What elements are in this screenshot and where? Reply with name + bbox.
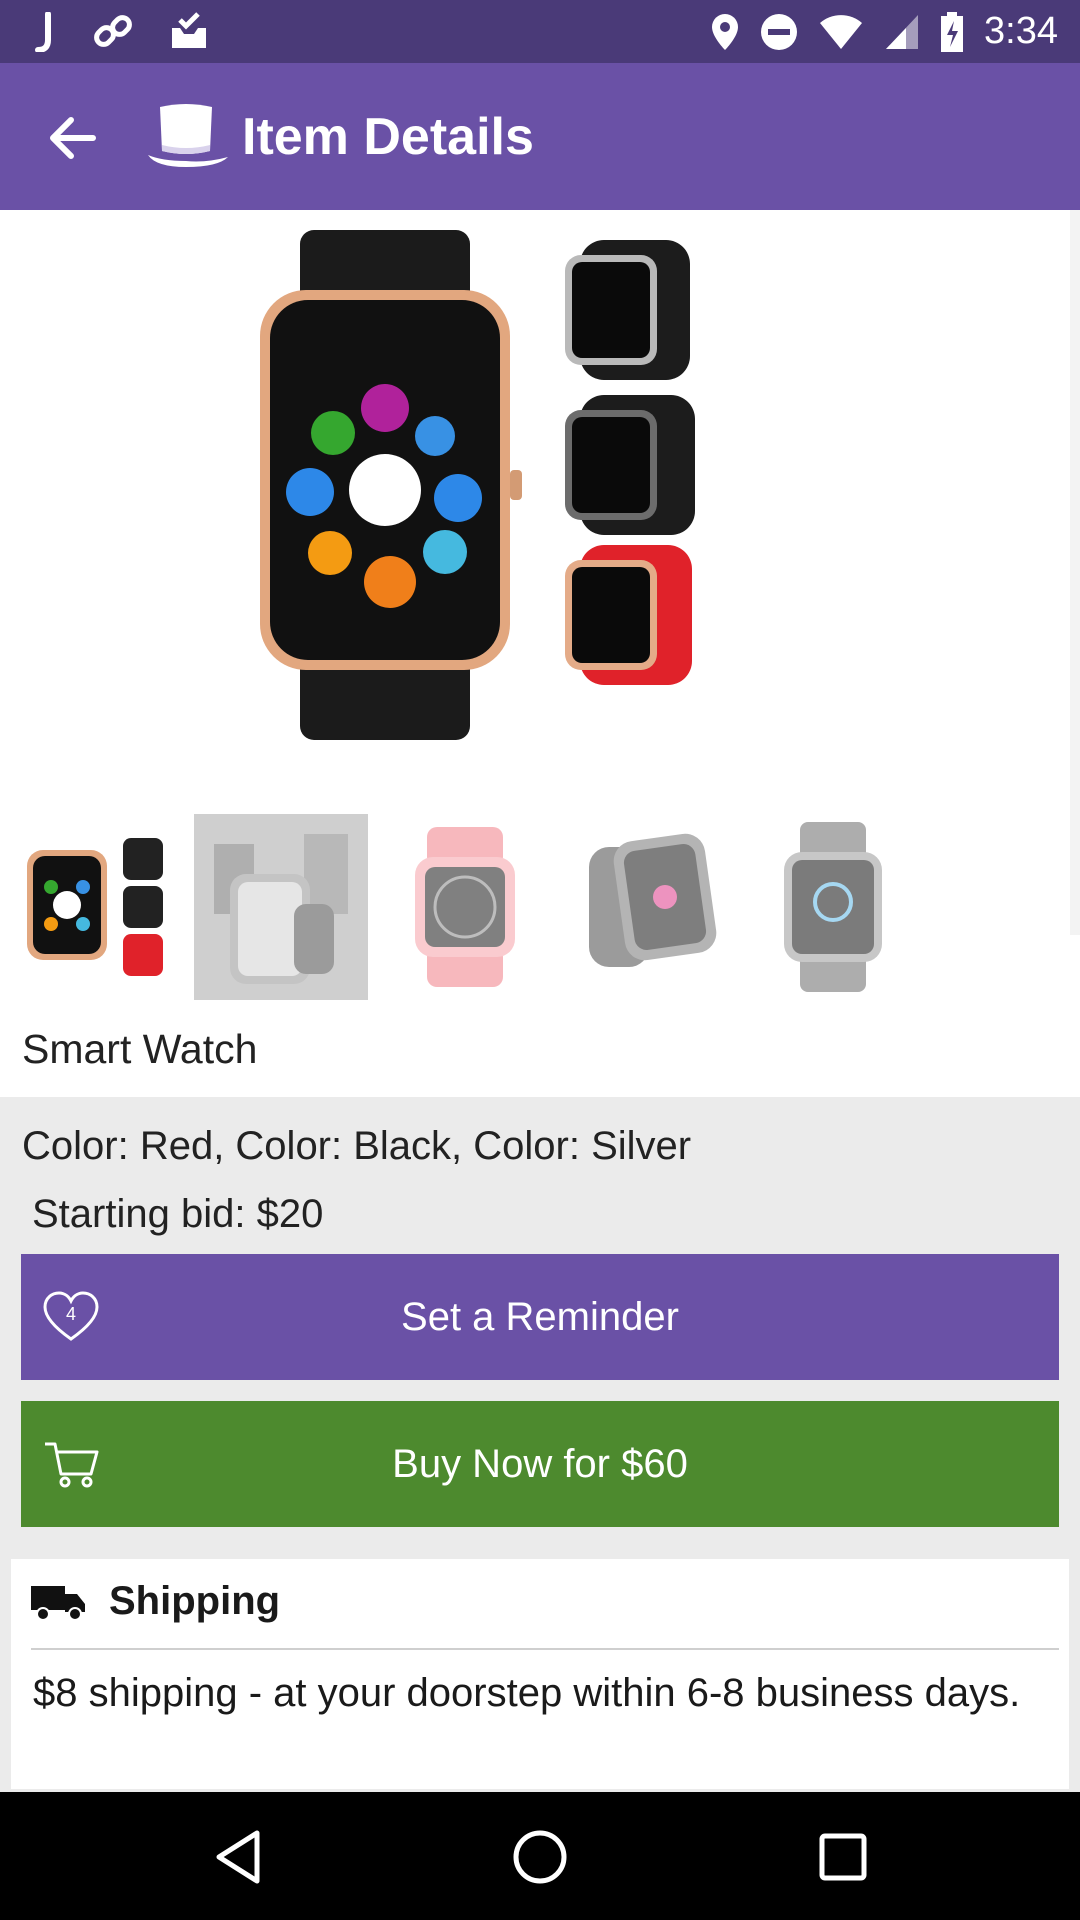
product-main-image[interactable] — [260, 230, 820, 810]
system-nav-bar — [0, 1792, 1080, 1920]
link-icon — [94, 14, 132, 47]
shipping-header: Shipping — [31, 1579, 280, 1624]
color-options: Color: Red, Color: Black, Color: Silver — [22, 1124, 692, 1168]
j-app-icon — [35, 11, 51, 52]
thumbnail-3[interactable] — [378, 814, 552, 1000]
image-scroll-indicator — [1070, 210, 1080, 935]
inbox-check-icon — [172, 11, 206, 48]
shipping-text: $8 shipping - at your doorstep within 6-… — [33, 1671, 1021, 1715]
shipping-card: Shipping $8 shipping - at your doorstep … — [11, 1559, 1069, 1789]
reminder-count: 4 — [66, 1304, 76, 1324]
top-hat-icon — [148, 104, 228, 167]
thumbnail-2[interactable] — [194, 814, 368, 1000]
thumbnail-1[interactable] — [10, 814, 184, 1000]
location-icon — [712, 13, 739, 50]
battery-charging-icon — [941, 11, 964, 52]
page-title: Item Details — [242, 108, 534, 166]
arrow-back-icon — [50, 117, 96, 159]
nav-back-button[interactable] — [205, 1824, 271, 1890]
do-not-disturb-icon — [761, 13, 798, 50]
nav-home-icon — [513, 1830, 567, 1884]
shipping-title: Shipping — [109, 1579, 281, 1623]
signal-icon — [886, 14, 919, 49]
heart-icon: 4 — [43, 1291, 99, 1341]
product-card: Smart Watch — [0, 210, 1080, 1097]
thumbnail-4[interactable] — [562, 814, 736, 1000]
thumbnail-strip — [10, 814, 920, 1000]
set-reminder-button[interactable]: 4 Set a Reminder — [21, 1254, 1059, 1380]
nav-back-icon — [216, 1830, 260, 1884]
app-bar: Item Details — [0, 63, 1080, 210]
buy-now-button[interactable]: Buy Now for $60 — [21, 1401, 1059, 1527]
buy-now-label: Buy Now for $60 — [392, 1441, 688, 1486]
set-reminder-label: Set a Reminder — [401, 1294, 679, 1339]
status-bar: 3:34 — [0, 0, 1080, 63]
nav-recents-button[interactable] — [810, 1824, 876, 1890]
nav-recents-icon — [819, 1833, 867, 1881]
truck-icon — [31, 1585, 85, 1621]
back-button[interactable] — [38, 103, 108, 173]
status-time: 3:34 — [984, 10, 1058, 52]
item-name: Smart Watch — [22, 1026, 258, 1072]
wifi-icon — [820, 14, 863, 49]
thumbnail-5[interactable] — [746, 814, 920, 1000]
starting-bid: Starting bid: $20 — [32, 1192, 324, 1236]
cart-icon — [45, 1442, 99, 1488]
shipping-divider — [31, 1648, 1059, 1650]
nav-home-button[interactable] — [507, 1824, 573, 1890]
